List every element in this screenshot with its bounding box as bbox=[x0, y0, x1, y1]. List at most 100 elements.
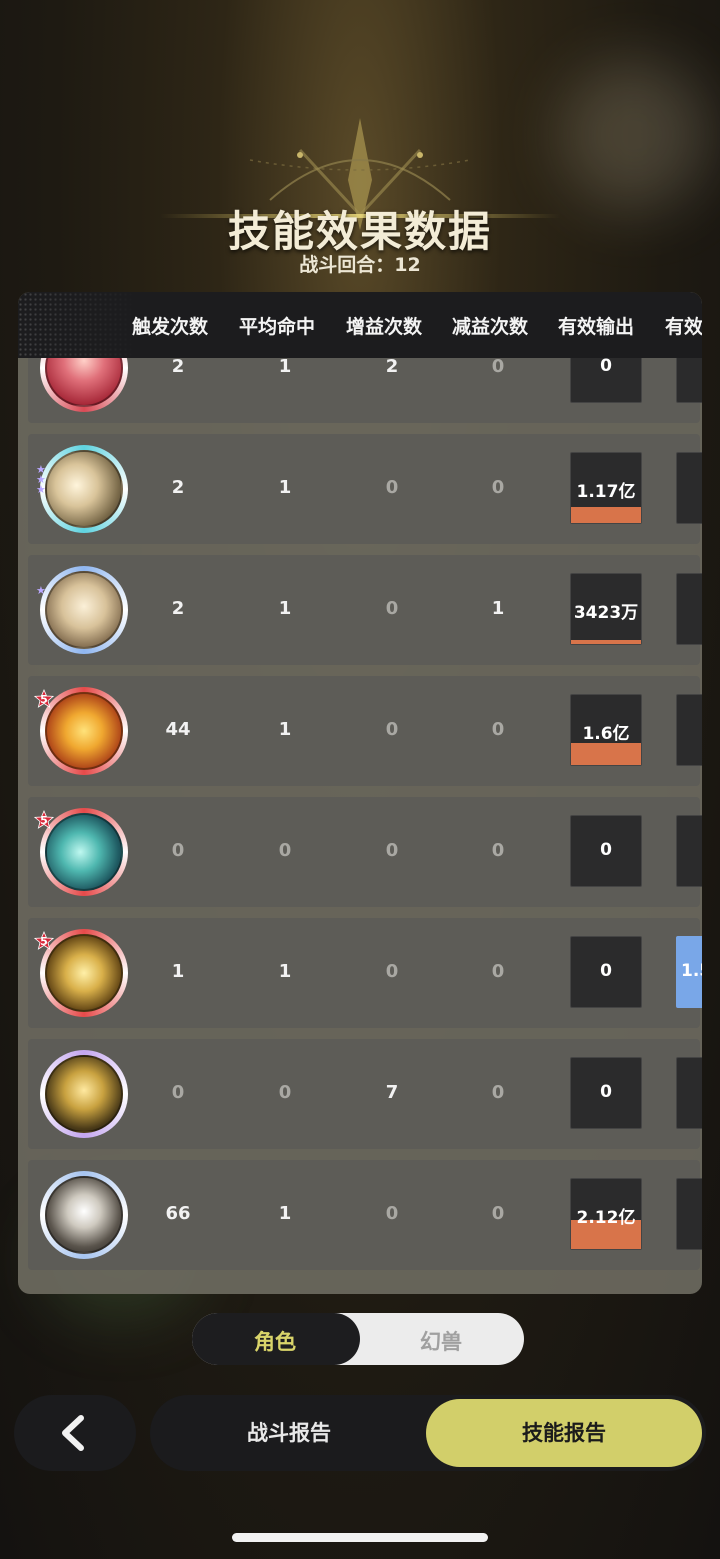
cell-debuff-count: 1 bbox=[491, 598, 505, 619]
effective-output-cell: 1.17亿 bbox=[570, 452, 642, 524]
cell-average-hit: 1 bbox=[278, 598, 292, 619]
table-row[interactable]: ★ 2 1 0 1 3423万 bbox=[28, 555, 702, 665]
cell-buff-count: 0 bbox=[385, 719, 399, 740]
cell-debuff-count: 0 bbox=[491, 1082, 505, 1103]
table-row[interactable]: 5 44 1 0 0 1.6亿 bbox=[28, 676, 702, 786]
blade-slash-icon bbox=[45, 1176, 123, 1254]
table-row[interactable]: 5 0 0 0 0 0 bbox=[28, 797, 702, 907]
cell-debuff-count: 0 bbox=[491, 840, 505, 861]
whirlwind-icon bbox=[45, 450, 123, 528]
skill-icon-wrap[interactable]: ★ ★ ★ bbox=[36, 445, 128, 533]
effective-partial-value: 1.5 bbox=[681, 961, 702, 981]
effective-output-cell: 0 bbox=[570, 815, 642, 887]
golden-ring-icon bbox=[45, 934, 123, 1012]
back-button[interactable] bbox=[14, 1395, 136, 1471]
effective-output-value: 0 bbox=[600, 840, 612, 860]
cell-trigger-count: 1 bbox=[171, 961, 185, 982]
skill-icon-wrap[interactable]: 5 bbox=[34, 808, 128, 896]
cell-debuff-count: 0 bbox=[491, 719, 505, 740]
effective-output-value: 0 bbox=[600, 356, 612, 376]
table-row[interactable]: 5 1 1 0 0 0 1.5 bbox=[28, 918, 702, 1028]
effective-output-cell: 1.6亿 bbox=[570, 694, 642, 766]
output-fill-bar bbox=[571, 507, 641, 523]
effective-output-value: 1.6亿 bbox=[582, 724, 630, 744]
star-level-value: 5 bbox=[40, 693, 48, 706]
cell-trigger-count: 2 bbox=[171, 598, 185, 619]
effective-partial-cell bbox=[676, 694, 702, 766]
cell-buff-count: 0 bbox=[385, 840, 399, 861]
cell-debuff-count: 0 bbox=[491, 961, 505, 982]
rank-stars-icon: ★ bbox=[36, 584, 46, 597]
cell-buff-count: 0 bbox=[385, 477, 399, 498]
output-fill-bar bbox=[571, 640, 641, 644]
golden-emblem-icon bbox=[45, 692, 123, 770]
cell-buff-count: 0 bbox=[385, 961, 399, 982]
cell-trigger-count: 0 bbox=[171, 1082, 185, 1103]
round-label: 战斗回合： bbox=[299, 254, 395, 276]
tab-skill-report[interactable]: 技能报告 bbox=[426, 1399, 702, 1467]
col-effective-output: 有效输出 bbox=[558, 316, 635, 338]
col-trigger-count: 触发次数 bbox=[132, 316, 209, 338]
cell-average-hit: 1 bbox=[278, 961, 292, 982]
col-average-hit: 平均命中 bbox=[239, 316, 316, 338]
effective-output-value: 3423万 bbox=[573, 603, 639, 623]
cell-trigger-count: 44 bbox=[165, 719, 191, 740]
effective-output-cell: 2.12亿 bbox=[570, 1178, 642, 1250]
shield-icon bbox=[45, 571, 123, 649]
chevron-left-icon bbox=[62, 1415, 84, 1451]
tab-battle-report[interactable]: 战斗报告 bbox=[150, 1395, 428, 1471]
cell-trigger-count: 2 bbox=[171, 477, 185, 498]
role-beast-toggle[interactable]: 角色 幻兽 bbox=[192, 1313, 524, 1365]
effective-output-value: 0 bbox=[600, 1082, 612, 1102]
golden-crest-icon bbox=[45, 1055, 123, 1133]
effective-output-value: 0 bbox=[600, 961, 612, 981]
round-value: 12 bbox=[394, 254, 421, 276]
table-row[interactable]: 66 1 0 0 2.12亿 bbox=[28, 1160, 702, 1270]
cell-buff-count: 7 bbox=[385, 1082, 399, 1103]
star-level-badge: 5 bbox=[34, 810, 54, 830]
effective-partial-cell bbox=[676, 452, 702, 524]
table-header: 触发次数 平均命中 增益次数 减益次数 有效输出 有效 bbox=[18, 292, 702, 358]
table-row[interactable]: 0 0 7 0 0 bbox=[28, 1039, 702, 1149]
effective-partial-cell bbox=[676, 1057, 702, 1129]
cell-average-hit: 1 bbox=[278, 1203, 292, 1224]
cell-average-hit: 1 bbox=[278, 719, 292, 740]
toggle-option-role[interactable]: 角色 bbox=[192, 1326, 358, 1356]
cell-debuff-count: 0 bbox=[491, 356, 505, 377]
cell-buff-count: 0 bbox=[385, 1203, 399, 1224]
header: 技能效果数据 战斗回合：12 bbox=[0, 110, 720, 280]
star-level-value: 5 bbox=[40, 935, 48, 948]
battle-round: 战斗回合：12 bbox=[0, 250, 720, 277]
table-row[interactable]: ★ ★ ★ 2 1 0 0 1.17亿 bbox=[28, 434, 702, 544]
effective-output-value: 2.12亿 bbox=[576, 1208, 636, 1228]
cell-trigger-count: 66 bbox=[165, 1203, 191, 1224]
effective-partial-cell bbox=[676, 815, 702, 887]
skill-icon-wrap[interactable]: ★ bbox=[36, 566, 128, 654]
home-indicator[interactable] bbox=[232, 1533, 488, 1542]
effective-partial-cell: 1.5 bbox=[676, 936, 702, 1008]
toggle-option-beast[interactable]: 幻兽 bbox=[358, 1326, 524, 1356]
skill-icon-wrap[interactable]: 5 bbox=[34, 929, 128, 1017]
col-debuff-count: 减益次数 bbox=[452, 316, 529, 338]
star-level-value: 5 bbox=[40, 814, 48, 827]
cell-buff-count: 0 bbox=[385, 598, 399, 619]
cell-average-hit: 0 bbox=[278, 1082, 292, 1103]
spirit-beast-icon bbox=[45, 813, 123, 891]
cell-average-hit: 1 bbox=[278, 356, 292, 377]
cell-trigger-count: 0 bbox=[171, 840, 185, 861]
effective-output-value: 1.17亿 bbox=[576, 482, 636, 502]
effective-output-cell: 0 bbox=[570, 1057, 642, 1129]
cell-debuff-count: 0 bbox=[491, 477, 505, 498]
rank-stars-icon: ★ ★ ★ bbox=[36, 463, 46, 496]
skill-icon-wrap[interactable] bbox=[40, 1171, 128, 1259]
header-pattern bbox=[18, 292, 138, 358]
cell-average-hit: 1 bbox=[278, 477, 292, 498]
report-tabs: 战斗报告 技能报告 bbox=[150, 1395, 706, 1471]
col-effective-partial: 有效 bbox=[665, 316, 702, 338]
skill-icon-wrap[interactable]: 5 bbox=[34, 687, 128, 775]
skill-data-table[interactable]: 触发次数 平均命中 增益次数 减益次数 有效输出 有效 ★ 2 1 2 0 0 ★ ★ ★ 2… bbox=[18, 292, 702, 1294]
cell-average-hit: 0 bbox=[278, 840, 292, 861]
star-level-badge: 5 bbox=[34, 931, 54, 951]
effective-output-cell: 0 bbox=[570, 936, 642, 1008]
skill-icon-wrap[interactable] bbox=[40, 1050, 128, 1138]
